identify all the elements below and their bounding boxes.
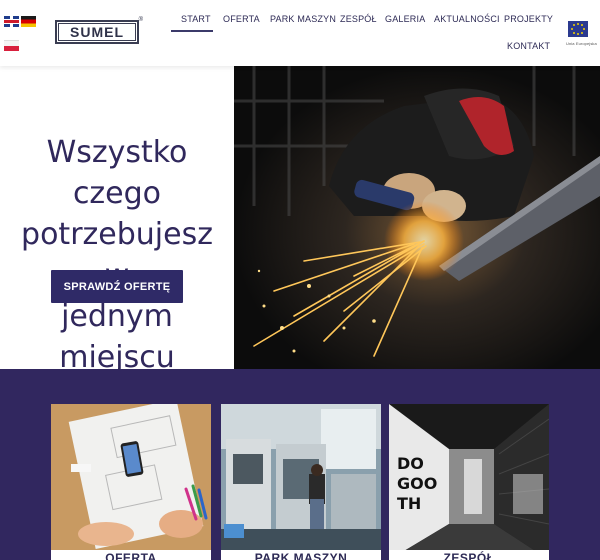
card-park-maszyn[interactable]: PARK MASZYN [221,404,381,560]
hero-title: Wszystko czego potrzebujesz w jednym mie… [6,132,228,378]
language-switcher [4,16,38,52]
nav-active-indicator [171,30,213,32]
nav-kontakt[interactable]: KONTAKT [507,41,550,51]
site-logo[interactable]: SUMEL ® [55,17,143,44]
svg-text:DO: DO [397,454,424,473]
hero-title-line: Wszystko czego [46,135,188,211]
card-park-maszyn-label: PARK MASZYN [221,550,381,560]
nav-oferta[interactable]: OFERTA [223,14,260,24]
check-offer-button[interactable]: SPRAWDŹ OFERTĘ [51,270,183,303]
nav-galeria[interactable]: GALERIA [385,14,425,24]
card-zespol-label: ZESPÓŁ [389,550,549,560]
office-corridor-photo: DO GOO TH [389,404,549,560]
svg-text:GOO: GOO [397,474,437,493]
card-oferta-label: OFERTA [51,550,211,560]
site-header: SUMEL ® START OFERTA PARK MASZYN ZESPÓŁ … [0,0,600,66]
card-oferta[interactable]: OFERTA [51,404,211,560]
logo-text: SUMEL [70,24,124,40]
germany-flag-icon[interactable] [21,16,36,27]
poland-flag-icon[interactable] [4,40,19,51]
nav-projekty[interactable]: PROJEKTY [504,14,553,24]
registered-mark: ® [138,17,143,23]
eu-flag-icon[interactable] [568,21,588,37]
nav-park-maszyn[interactable]: PARK MASZYN [270,14,336,24]
nav-zespol[interactable]: ZESPÓŁ [340,14,377,24]
cnc-machines-photo [221,404,381,560]
nav-start[interactable]: START [181,14,211,24]
svg-text:TH: TH [397,494,421,513]
eu-caption: Unia Europejska [566,41,597,46]
desk-sketches-photo [51,404,211,560]
hero-title-line: jednym miejscu [59,299,175,375]
nav-aktualnosci[interactable]: AKTUALNOŚCI [434,14,500,24]
hero-welder-photo [234,66,600,369]
card-zespol[interactable]: DO GOO TH ZESPÓŁ [389,404,549,560]
uk-flag-icon[interactable] [4,16,19,27]
